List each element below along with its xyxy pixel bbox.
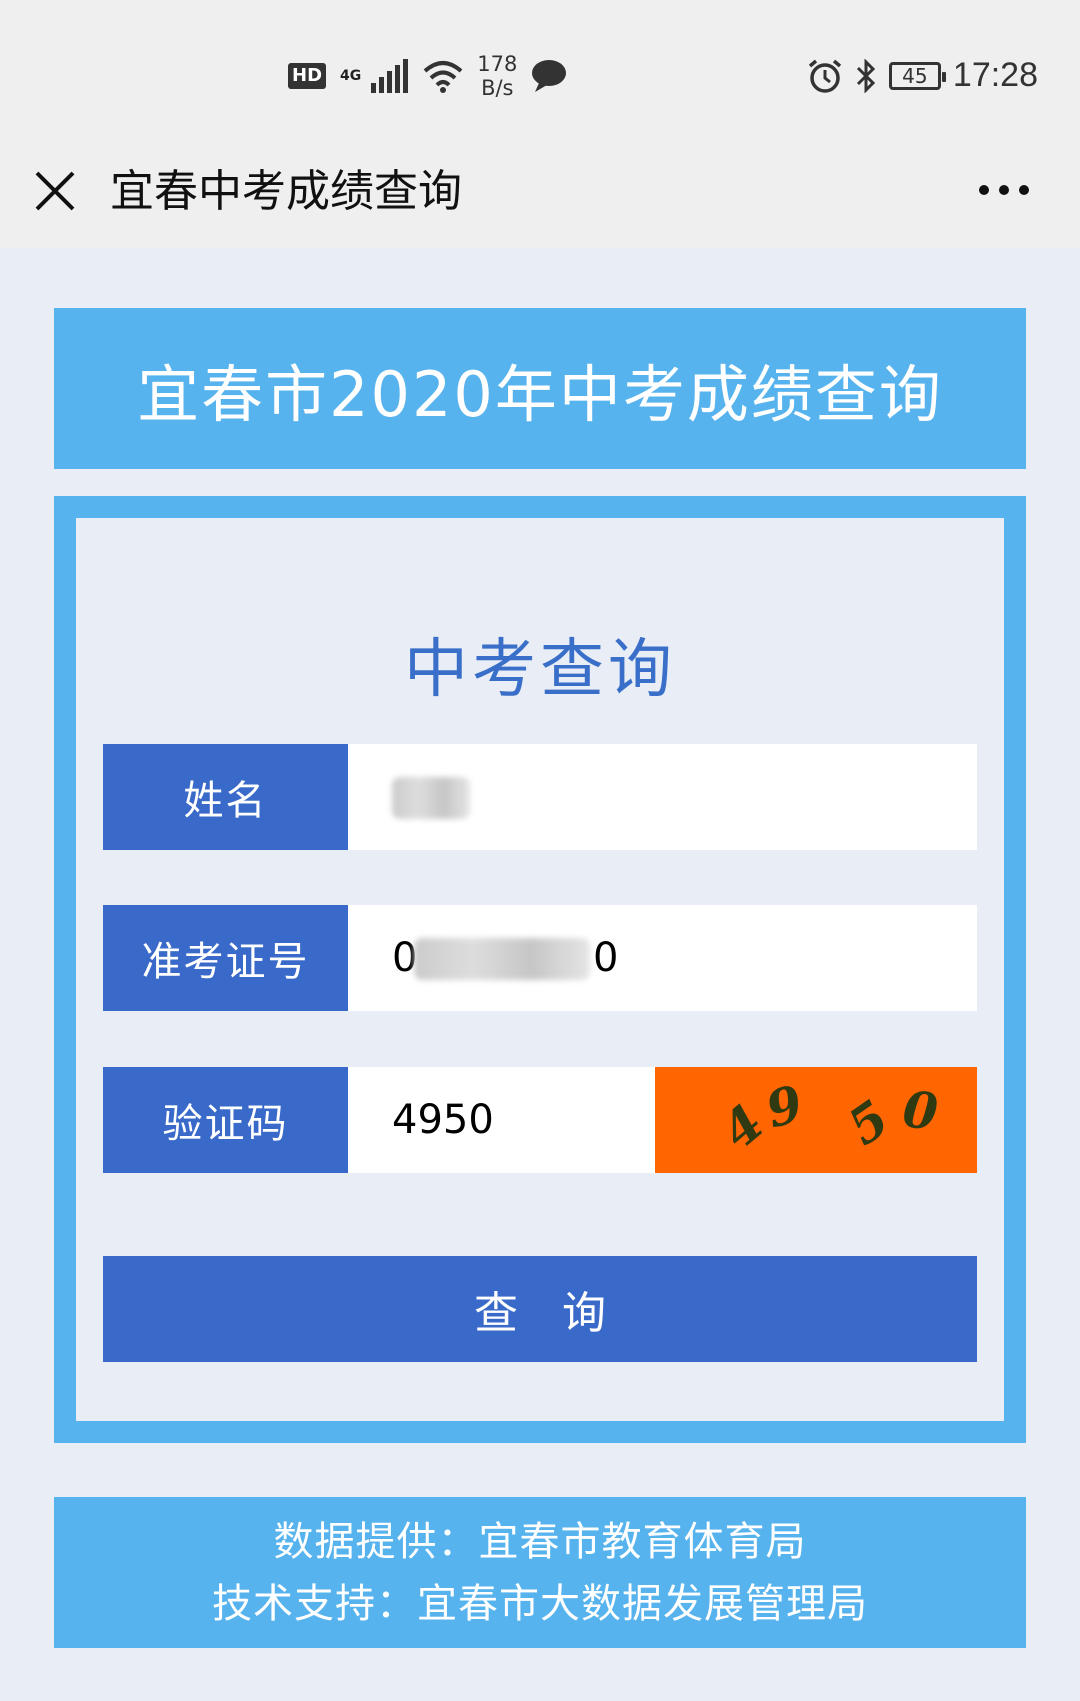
footer-data-provider: 数据提供：宜春市教育体育局 <box>273 1518 807 1565</box>
network-speed: 178 B/s <box>477 52 517 100</box>
query-form: 中考查询 姓名 准考证号 0 0 验证码 4950 4 9 5 0 查询 <box>76 518 1004 1421</box>
name-label: 姓名 <box>103 744 348 850</box>
battery-indicator: 45 <box>888 61 946 90</box>
speed-value: 178 <box>477 52 518 76</box>
hd-badge: HD <box>288 63 327 89</box>
exam-id-redaction <box>414 938 590 980</box>
wifi-icon <box>423 61 463 93</box>
footer-info: 数据提供：宜春市教育体育局 技术支持：宜春市大数据发展管理局 <box>54 1497 1026 1648</box>
footer-tech-support: 技术支持：宜春市大数据发展管理局 <box>212 1580 868 1627</box>
status-bar: HD 4G 178 B/s 45 17:28 <box>0 0 1080 140</box>
signal-icon <box>371 59 409 93</box>
name-row: 姓名 <box>103 744 977 850</box>
more-options-button[interactable] <box>976 180 1032 200</box>
close-icon <box>35 171 75 211</box>
close-button[interactable] <box>30 166 80 216</box>
exam-id-label: 准考证号 <box>103 905 348 1011</box>
captcha-image[interactable]: 4 9 5 0 <box>655 1067 977 1173</box>
captcha-char-3: 5 <box>837 1088 900 1157</box>
status-time: 17:28 <box>952 56 1038 94</box>
captcha-input[interactable]: 4950 <box>348 1067 655 1173</box>
more-icon <box>979 185 1029 195</box>
status-right-group: 45 17:28 <box>807 56 1038 95</box>
banner-title: 宜春市2020年中考成绩查询 <box>137 357 943 431</box>
network-type: 4G <box>340 68 362 84</box>
captcha-label: 验证码 <box>103 1067 348 1173</box>
nav-bar: 宜春中考成绩查询 <box>0 140 1080 248</box>
battery-level: 45 <box>902 63 928 88</box>
captcha-row: 验证码 4950 4 9 5 0 <box>103 1067 977 1173</box>
exam-id-value-end: 0 <box>593 935 619 981</box>
speed-unit: B/s <box>481 76 514 100</box>
chat-bubble-icon <box>532 60 567 92</box>
query-submit-button[interactable]: 查询 <box>103 1256 977 1362</box>
exam-id-row: 准考证号 0 0 <box>103 905 977 1011</box>
captcha-input-value: 4950 <box>392 1097 494 1143</box>
title-banner: 宜春市2020年中考成绩查询 <box>54 308 1026 469</box>
exam-id-input[interactable]: 0 0 <box>348 905 977 1011</box>
name-redaction <box>392 777 470 819</box>
captcha-char-4: 0 <box>900 1079 941 1142</box>
alarm-icon <box>808 59 842 93</box>
status-left-group: HD 4G 178 B/s <box>288 52 567 100</box>
form-heading: 中考查询 <box>404 633 676 707</box>
page-title: 宜春中考成绩查询 <box>110 166 462 217</box>
name-input[interactable] <box>348 744 977 850</box>
query-panel: 中考查询 姓名 准考证号 0 0 验证码 4950 4 9 5 0 查询 <box>54 496 1026 1443</box>
bluetooth-icon <box>856 58 876 93</box>
